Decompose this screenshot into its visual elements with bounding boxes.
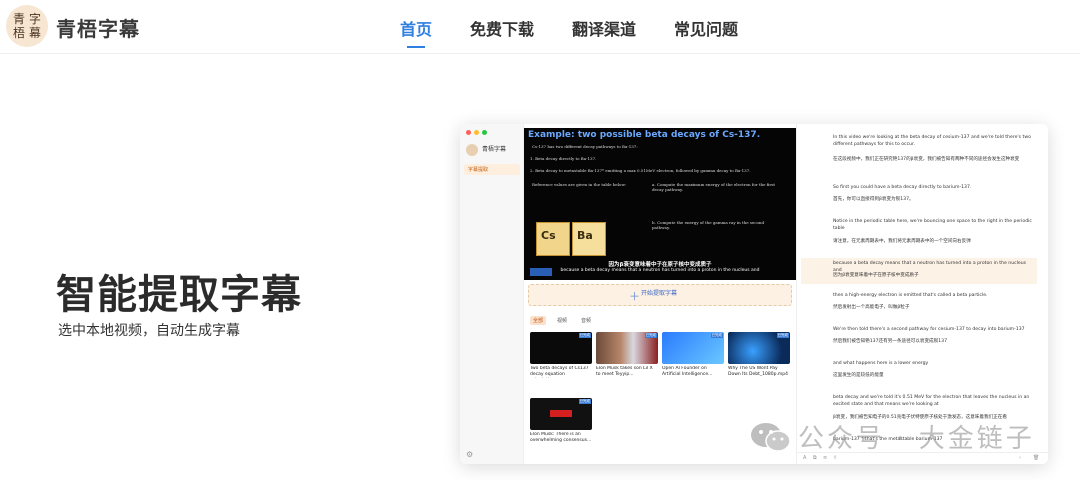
- media-card[interactable]: 已完成 Elon Musk takes son Lil X to meet Te…: [596, 332, 658, 390]
- red-label: [550, 410, 572, 417]
- nav-translate[interactable]: 翻译渠道: [572, 16, 636, 40]
- media-card[interactable]: 已完成 Why The US Wont Pay Down Its Debt_10…: [728, 332, 790, 390]
- subtitle-english: beta decay and we're told it's 0.51 MeV …: [833, 395, 1030, 407]
- status-badge: 已完成: [644, 333, 657, 338]
- hero-title: 智能提取字幕: [56, 272, 302, 318]
- wechat-icon: [751, 422, 791, 452]
- subtitle-chinese: 在这段视频中，我们正在研究铯137的β衰变，我们被告知有两种不同的途径会发生这种…: [833, 157, 1020, 162]
- subtitle-entry[interactable]: We're then told there's a second pathway…: [801, 326, 1037, 350]
- subtitle-english: then a high-energy electron is emitted t…: [833, 293, 988, 298]
- element-tile-ba: Ba: [572, 222, 606, 256]
- subtitle-entry[interactable]: Notice in the periodic table here, we're…: [801, 218, 1037, 252]
- subtitle-chinese: 然后发射出一个高能电子，叫做β粒子: [833, 305, 910, 310]
- slide-question: a. Compute the maximum energy of the ele…: [652, 182, 776, 192]
- window-controls: [466, 130, 487, 135]
- slide-line: Reference values are given in the table …: [532, 182, 627, 187]
- slide-question: b. Compute the energy of the gamma ray i…: [652, 220, 765, 230]
- subtitle-english: Notice in the periodic table here, we're…: [833, 219, 1032, 231]
- sidebar-item-label: 字幕提取: [468, 167, 489, 173]
- tab-all[interactable]: 全部: [530, 316, 547, 325]
- subtitle-chinese: 然后我们被告知铯137还有另一条途径可以衰变成钡137: [833, 339, 948, 344]
- logo-char: 幕: [28, 26, 41, 40]
- video-preview[interactable]: Example: two possible beta decays of Cs-…: [524, 128, 796, 280]
- caption-chinese: 因为β衰变意味着中子在原子核中变成质子: [608, 262, 712, 268]
- top-nav: 青 字 梧 幕 青梧字幕 首页 免费下载 翻译渠道 常见问题: [0, 0, 1080, 54]
- plus-icon: ＋: [629, 290, 640, 303]
- element-symbol: Cs: [541, 229, 556, 242]
- card-title: Elon Musk: There is an overwhelming cons…: [530, 432, 592, 443]
- video-thumbnail: 已完成: [728, 332, 790, 364]
- video-thumbnail: 已完成: [530, 332, 592, 364]
- subtitle-panel: In this video we're looking at the beta …: [796, 124, 1048, 464]
- subtitle-chinese: 请注意，在元素周期表中，我们将元素周期表中的一个空间向右反弹: [833, 239, 971, 244]
- subtitle-english: So first you could have a beta decay dir…: [833, 185, 972, 190]
- font-icon[interactable]: A: [803, 455, 806, 461]
- card-title: Elon Musk takes son Lil X to meet Teyyip…: [596, 366, 653, 377]
- slide-title: Example: two possible beta decays of Cs-…: [528, 130, 761, 140]
- logo-char: 梧: [12, 26, 25, 40]
- brand-name[interactable]: 青梧字幕: [56, 13, 140, 42]
- subtitle-chinese: 这里发生的是较低的能量: [833, 373, 884, 378]
- watermark-text: 公众号 · 大金链子: [798, 424, 1035, 454]
- nav-download[interactable]: 免费下载: [470, 16, 534, 40]
- extract-label: 开始提取字幕: [641, 290, 678, 297]
- status-badge: 已完成: [710, 333, 723, 338]
- subtitle-entry[interactable]: So first you could have a beta decay dir…: [801, 184, 1037, 210]
- filter-tabs: 全部 视频 音频: [530, 316, 594, 325]
- subtitle-english: and what happens here is a lower energy: [833, 361, 929, 366]
- subtitle-english: In this video we're looking at the beta …: [833, 135, 1031, 147]
- start-extract-button[interactable]: ＋ 开始提取字幕: [528, 284, 792, 306]
- close-dot[interactable]: [466, 130, 471, 135]
- hero-subtitle: 选中本地视频，自动生成字幕: [58, 323, 240, 339]
- caption-english: because a beta decay means that a neutro…: [560, 268, 760, 273]
- watermark: 公众号 · 大金链子: [750, 418, 1035, 455]
- tab-audio[interactable]: 音频: [578, 316, 594, 325]
- subtitle-entry[interactable]: then a high-energy electron is emitted t…: [801, 292, 1037, 316]
- delete-icon[interactable]: 🗑: [1033, 455, 1039, 461]
- logo[interactable]: 青 字 梧 幕: [6, 5, 48, 47]
- copy-icon[interactable]: ⧉: [813, 455, 817, 461]
- tab-video[interactable]: 视频: [554, 316, 570, 325]
- app-name: 青梧字幕: [482, 146, 507, 153]
- card-title: Open AI Founder on Artificial Intelligen…: [662, 366, 713, 377]
- status-badge: 已完成: [578, 399, 591, 404]
- gear-icon[interactable]: ⚙: [466, 450, 473, 459]
- prev-icon[interactable]: ‹: [1019, 455, 1021, 461]
- video-thumbnail: 已完成: [596, 332, 658, 364]
- nav-faq[interactable]: 常见问题: [674, 16, 738, 40]
- list-icon[interactable]: ≡: [823, 455, 827, 461]
- video-thumbnail: 已完成: [530, 398, 592, 430]
- card-title: Two beta decays of Cs137 decay equation …: [530, 366, 589, 377]
- maximize-dot[interactable]: [482, 130, 487, 135]
- export-icon[interactable]: ⇪: [833, 455, 837, 461]
- subtitle-chinese: 首先，你可以直接得到β衰变为钡137。: [833, 197, 914, 202]
- video-thumbnail: 已完成: [662, 332, 724, 364]
- media-card[interactable]: 已完成 Two beta decays of Cs137 decay equat…: [530, 332, 592, 390]
- status-badge: 已完成: [776, 333, 789, 338]
- subtitle-chinese: 因为β衰变意味着中子在原子核中变成质子: [833, 273, 919, 278]
- media-card[interactable]: 已完成 Elon Musk: There is an overwhelming …: [530, 398, 592, 456]
- subtitle-entry[interactable]: and what happens here is a lower energy …: [801, 360, 1037, 384]
- logo-char: 字: [28, 12, 41, 26]
- card-title: Why The US Wont Pay Down Its Debt_1080p.…: [728, 366, 788, 377]
- nav-home[interactable]: 首页: [400, 16, 432, 48]
- main-menu: 首页 免费下载 翻译渠道 常见问题: [400, 16, 776, 48]
- app-sidebar: 青梧字幕 字幕提取 ⚙: [460, 124, 524, 464]
- app-screenshot: 青梧字幕 字幕提取 ⚙ Example: two possible beta d…: [460, 124, 1048, 464]
- media-card[interactable]: 已完成 Open AI Founder on Artificial Intell…: [662, 332, 724, 390]
- element-symbol: Ba: [577, 229, 593, 242]
- app-logo-icon: [466, 144, 478, 156]
- slide-line: 1. Beta decay directly to Ba-137.: [530, 156, 597, 161]
- element-tile-cs: Cs: [536, 222, 570, 256]
- slide-line: 2. Beta decay to metastable Ba-137* emit…: [530, 168, 751, 173]
- sidebar-item-extract[interactable]: 字幕提取: [464, 164, 520, 175]
- logo-char: 青: [12, 12, 25, 26]
- subtitle-english: We're then told there's a second pathway…: [833, 327, 1025, 332]
- slide-line: Cs-137 has two different decay pathways …: [532, 144, 638, 149]
- status-badge: 已完成: [578, 333, 591, 338]
- subtitle-entry[interactable]: In this video we're looking at the beta …: [801, 134, 1037, 174]
- subtitle-entry-active[interactable]: because a beta decay means that a neutro…: [801, 258, 1037, 284]
- minimize-dot[interactable]: [474, 130, 479, 135]
